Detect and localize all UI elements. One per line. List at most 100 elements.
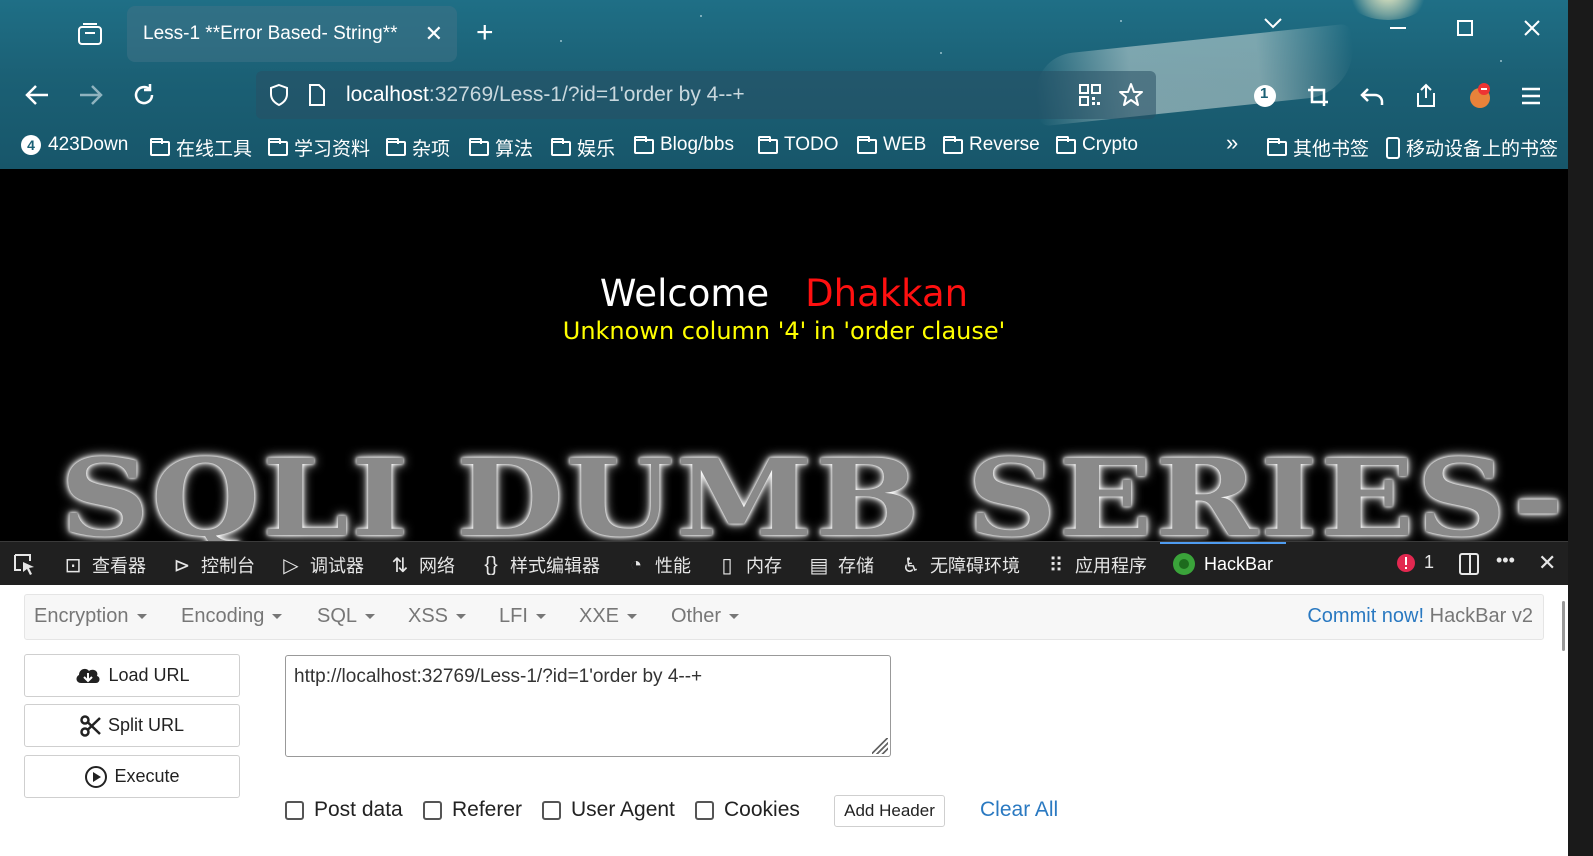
bookmark-folder[interactable]: 在线工具	[150, 134, 252, 161]
dock-icon	[1459, 553, 1479, 575]
tab-label: 性能	[655, 556, 691, 576]
tab-list-button[interactable]	[76, 20, 104, 48]
menu-xxe[interactable]: XXE	[579, 605, 638, 628]
bookmark-folder[interactable]: Crypto	[1056, 134, 1138, 156]
star-icon[interactable]	[1118, 82, 1144, 113]
console-icon: ⊳	[173, 554, 191, 577]
post-data-checkbox[interactable]: Post data	[285, 798, 403, 822]
tab-active[interactable]: Less-1 **Error Based- String** ✕	[127, 6, 457, 62]
caret-down-icon	[535, 614, 546, 620]
devtools-close-button[interactable]: ✕	[1538, 550, 1556, 576]
accessibility-icon: ♿	[902, 554, 920, 577]
caret-down-icon	[136, 614, 147, 620]
referer-checkbox[interactable]: Referer	[423, 798, 522, 822]
menu-lfi[interactable]: LFI	[499, 605, 546, 628]
tab-close-icon[interactable]: ✕	[425, 21, 443, 47]
tab-memory[interactable]: ▯ 内存	[716, 552, 782, 578]
tab-hackbar[interactable]: HackBar	[1172, 552, 1273, 576]
extension-badge-count: 1	[1260, 85, 1269, 102]
tab-debugger[interactable]: ▷ 调试器	[280, 552, 364, 578]
bookmark-folder-mobile[interactable]: 移动设备上的书签	[1386, 134, 1558, 161]
split-url-button[interactable]: Split URL	[24, 704, 240, 747]
inspector-icon: ⊡	[64, 554, 82, 577]
tab-network[interactable]: ⇅ 网络	[389, 552, 455, 578]
folder-icon	[551, 138, 571, 156]
checkbox-box[interactable]	[695, 800, 714, 820]
menu-label: XSS	[408, 605, 449, 627]
tab-label: 内存	[746, 556, 782, 576]
close-window-button[interactable]	[1522, 18, 1542, 44]
undo-icon[interactable]	[1356, 80, 1388, 112]
folder-icon	[857, 135, 877, 154]
bookmark-folder[interactable]: 娱乐	[551, 134, 615, 161]
bookmark-423down[interactable]: 4 423Down	[20, 134, 128, 156]
series-banner-image: SQLI DUMB SERIES-1	[60, 437, 1593, 541]
reload-button[interactable]	[127, 78, 161, 112]
tab-accessibility[interactable]: ♿ 无障碍环境	[900, 552, 1020, 578]
menu-encoding[interactable]: Encoding	[181, 605, 283, 628]
bookmark-folder[interactable]: TODO	[758, 134, 839, 156]
maximize-button[interactable]	[1455, 18, 1475, 44]
debugger-icon: ▷	[283, 554, 299, 577]
user-agent-checkbox[interactable]: User Agent	[542, 798, 675, 822]
hackbar-scrollbar[interactable]	[1562, 601, 1565, 651]
theme-star	[560, 40, 562, 42]
window-right-edge	[1568, 0, 1593, 856]
extension-badge-icon[interactable]: 1	[1249, 80, 1281, 112]
checkbox-box[interactable]	[285, 800, 304, 820]
add-header-button[interactable]: Add Header	[834, 795, 945, 827]
new-tab-button[interactable]: +	[476, 18, 494, 48]
dock-button[interactable]	[1458, 552, 1480, 576]
share-icon[interactable]	[1410, 80, 1442, 112]
crop-icon[interactable]	[1302, 80, 1334, 112]
menu-other[interactable]: Other	[671, 605, 740, 628]
url-bar[interactable]: localhost:32769/Less-1/?id=1'order by 4-…	[256, 71, 1156, 119]
tab-application[interactable]: ⠿ 应用程序	[1045, 552, 1147, 578]
checkbox-box[interactable]	[423, 800, 442, 820]
bookmark-folder-other[interactable]: 其他书签	[1267, 134, 1369, 161]
devtools-more-button[interactable]: •••	[1496, 550, 1515, 571]
bookmark-folder[interactable]: Blog/bbs	[634, 134, 734, 156]
error-count-badge[interactable]: 1	[1396, 552, 1434, 573]
menu-sql[interactable]: SQL	[317, 605, 376, 628]
commit-now-link[interactable]: Commit now!	[1307, 605, 1424, 627]
back-button[interactable]	[20, 78, 54, 112]
bookmark-folder[interactable]: Reverse	[943, 134, 1040, 156]
load-url-button[interactable]: Load URL	[24, 654, 240, 697]
play-icon	[85, 765, 108, 788]
element-picker-button[interactable]	[12, 552, 38, 576]
url-text[interactable]: localhost:32769/Less-1/?id=1'order by 4-…	[346, 83, 745, 107]
tab-storage[interactable]: ▤ 存储	[808, 552, 874, 578]
cookies-checkbox[interactable]: Cookies	[695, 798, 800, 822]
tab-label: 调试器	[310, 556, 364, 576]
minimize-button[interactable]	[1388, 18, 1408, 44]
bookmark-folder[interactable]: 算法	[469, 134, 533, 161]
style-icon: {}	[484, 553, 498, 576]
bookmark-folder[interactable]: WEB	[857, 134, 926, 156]
tab-console[interactable]: ⊳ 控制台	[171, 552, 255, 578]
execute-button[interactable]: Execute	[24, 755, 240, 798]
tab-performance[interactable]: ◔ 性能	[625, 552, 691, 578]
menu-xss[interactable]: XSS	[408, 605, 467, 628]
tab-overflow-dropdown-icon[interactable]	[1262, 12, 1284, 40]
bookmark-folder[interactable]: 杂项	[386, 134, 450, 161]
theme-star	[940, 52, 942, 54]
tab-inspector[interactable]: ⊡ 查看器	[62, 552, 146, 578]
bookmark-folder[interactable]: 学习资料	[268, 134, 370, 161]
tab-style-editor[interactable]: {} 样式编辑器	[480, 552, 600, 578]
caret-down-icon	[627, 614, 638, 620]
page-icon[interactable]	[308, 83, 326, 112]
qr-code-icon[interactable]	[1078, 83, 1102, 112]
url-textarea[interactable]: http://localhost:32769/Less-1/?id=1'orde…	[285, 655, 891, 757]
bookmarks-overflow-button[interactable]: »	[1226, 130, 1238, 156]
resize-grip-icon[interactable]	[872, 738, 888, 754]
scissors-icon	[80, 714, 101, 737]
shield-icon[interactable]	[268, 83, 290, 112]
menu-label: XXE	[579, 605, 620, 627]
menu-encryption[interactable]: Encryption	[34, 605, 147, 628]
clear-all-link[interactable]: Clear All	[980, 798, 1058, 822]
forward-button[interactable]	[74, 78, 108, 112]
checkbox-box[interactable]	[542, 800, 561, 820]
fox-icon[interactable]	[1464, 80, 1496, 112]
menu-icon[interactable]	[1515, 80, 1547, 112]
